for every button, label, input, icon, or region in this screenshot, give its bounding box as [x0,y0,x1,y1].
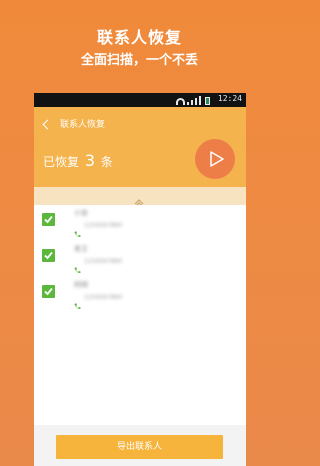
list-item[interactable]: 小张 1234567890 [34,209,234,245]
chevron-up-icon [134,192,144,208]
phone-screen: 12:24 联系人恢复 已恢复 3 条 小张 1234567890 老王 123… [34,93,246,466]
phone-icon [74,259,81,274]
contact-list: 小张 1234567890 老王 1234567890 阿明 123456789… [34,205,246,425]
app-header: 联系人恢复 已恢复 3 条 [34,107,246,187]
recovered-prefix: 已恢复 [43,155,80,169]
checkbox[interactable] [42,213,55,226]
list-item[interactable]: 老王 1234567890 [34,245,234,281]
contact-name: 阿明 [74,281,88,289]
play-button[interactable] [195,139,235,179]
status-bar: 12:24 [34,93,246,107]
signal-icon [199,96,201,105]
contact-number: 1234567890 [84,294,123,301]
recovered-count: 3 [84,151,96,170]
recovered-summary: 已恢复 3 条 [43,151,113,170]
collapse-bar[interactable] [34,187,246,208]
list-item[interactable]: 阿明 1234567890 [34,281,234,317]
page-title: 联系人恢复 [60,120,106,130]
status-time: 12:24 [217,94,242,103]
signal-icon [187,102,189,105]
contact-name: 老王 [74,245,88,253]
promo-subtitle: 全面扫描，一个不丢 [80,53,198,68]
export-contacts-button[interactable]: 导出联系人 [56,435,223,459]
contact-number: 1234567890 [84,258,123,265]
phone-icon [74,223,81,238]
signal-icon [195,98,197,105]
contact-name: 小张 [74,209,88,217]
signal-icon [191,100,193,105]
chevron-left-icon[interactable] [42,118,52,132]
footer: 导出联系人 [34,425,246,466]
battery-icon [205,97,210,105]
phone-icon [74,295,81,310]
checkbox[interactable] [42,285,55,298]
contact-number: 1234567890 [84,222,123,229]
promo-title: 联系人恢复 [96,28,182,47]
wifi-icon [176,98,185,105]
recovered-suffix: 条 [100,155,113,169]
status-icons [176,95,210,105]
checkbox[interactable] [42,249,55,262]
